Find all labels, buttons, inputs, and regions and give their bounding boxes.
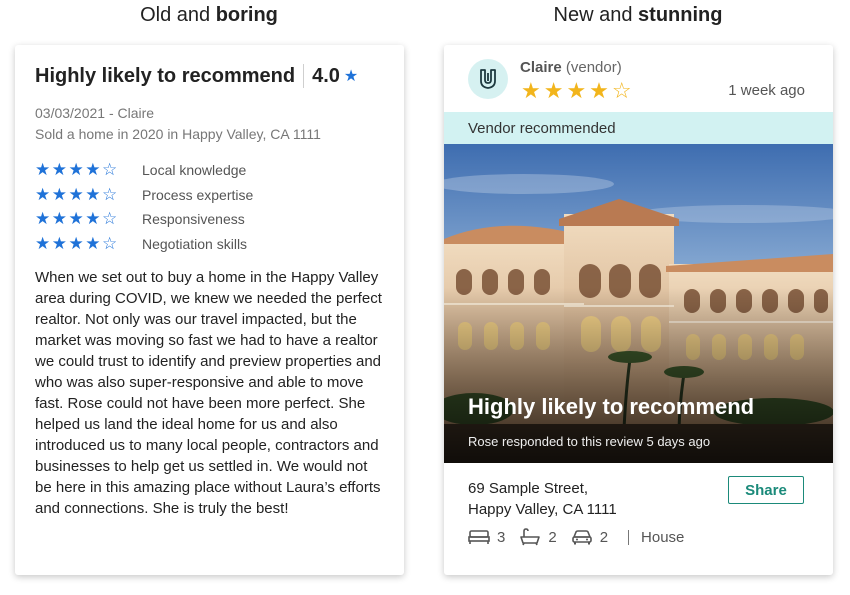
vendor-name-row: Claire (vendor) — [520, 59, 622, 76]
criteria-stars: ★★★★☆ — [35, 233, 119, 253]
beds-count: 3 — [497, 528, 506, 546]
heading-new: New and stunning — [438, 4, 838, 27]
heading-new-bold: stunning — [638, 4, 723, 26]
property-photo: Highly likely to recommend Rose responde… — [444, 144, 833, 463]
old-review-card: Highly likely to recommend 4.0 ★ 03/03/2… — [15, 45, 404, 575]
old-review-title-row: Highly likely to recommend 4.0 ★ — [35, 64, 358, 88]
heading-old: Old and boring — [9, 4, 409, 27]
property-address: 69 Sample Street, Happy Valley, CA 1111 — [468, 478, 617, 520]
criteria-row: ★★★★☆ Responsiveness — [35, 207, 253, 232]
criteria-row: ★★★★☆ Process expertise — [35, 183, 253, 208]
response-note: Rose responded to this review 5 days ago — [468, 434, 711, 449]
criteria-label: Process expertise — [142, 186, 254, 203]
property-features: 3 2 2 House — [468, 528, 684, 546]
review-date-author: 03/03/2021 - Claire — [35, 105, 155, 121]
sold-info: Sold a home in 2020 in Happy Valley, CA … — [35, 126, 321, 142]
criteria-stars: ★★★★☆ — [35, 209, 119, 229]
address-line-1: 69 Sample Street, — [468, 480, 589, 497]
beds-feature: 3 — [468, 529, 505, 546]
filled-stars: ★★★★ — [521, 78, 612, 103]
criteria-label: Negotiation skills — [142, 235, 248, 252]
vendor-role: (vendor) — [565, 59, 622, 76]
criteria-row: ★★★★☆ Local knowledge — [35, 158, 253, 183]
vendor-recommended-banner: Vendor recommended — [444, 112, 833, 144]
review-text: When we set out to buy a home in the Hap… — [35, 269, 382, 517]
baths-count: 2 — [548, 528, 557, 546]
criteria-label: Responsiveness — [142, 211, 245, 228]
address-line-2: Happy Valley, CA 1111 — [468, 501, 617, 518]
criteria-label: Local knowledge — [142, 162, 247, 179]
vendor-star-rating: ★★★★☆ — [521, 78, 635, 104]
overall-rating: 4.0 — [312, 64, 340, 87]
star-icon: ★ — [343, 68, 359, 85]
new-review-card: Claire (vendor) ★★★★☆ 1 week ago Vendor … — [444, 45, 833, 575]
title-divider — [303, 64, 305, 88]
car-icon — [571, 530, 592, 545]
bath-icon — [520, 528, 541, 546]
share-button[interactable]: Share — [728, 476, 804, 504]
criteria-list: ★★★★☆ Local knowledge ★★★★☆ Process expe… — [35, 158, 253, 256]
heading-old-bold: boring — [215, 4, 278, 26]
garage-feature: 2 — [571, 529, 608, 546]
bed-icon — [468, 530, 490, 544]
heading-new-normal: New and — [553, 4, 639, 26]
criteria-row: ★★★★☆ Negotiation skills — [35, 232, 253, 257]
time-ago: 1 week ago — [728, 82, 805, 99]
vendor-name: Claire — [520, 59, 562, 76]
vendor-avatar — [468, 59, 508, 99]
empty-star: ☆ — [611, 78, 635, 103]
old-review-title: Highly likely to recommend — [35, 64, 296, 87]
photo-title: Highly likely to recommend — [468, 394, 755, 419]
baths-feature: 2 — [519, 528, 557, 546]
property-type: House — [641, 528, 685, 546]
criteria-stars: ★★★★☆ — [35, 184, 119, 204]
criteria-stars: ★★★★☆ — [35, 160, 119, 180]
vendor-logo-icon — [480, 69, 496, 89]
feature-divider — [628, 529, 630, 545]
garage-count: 2 — [599, 528, 609, 546]
heading-old-normal: Old and — [140, 4, 216, 26]
